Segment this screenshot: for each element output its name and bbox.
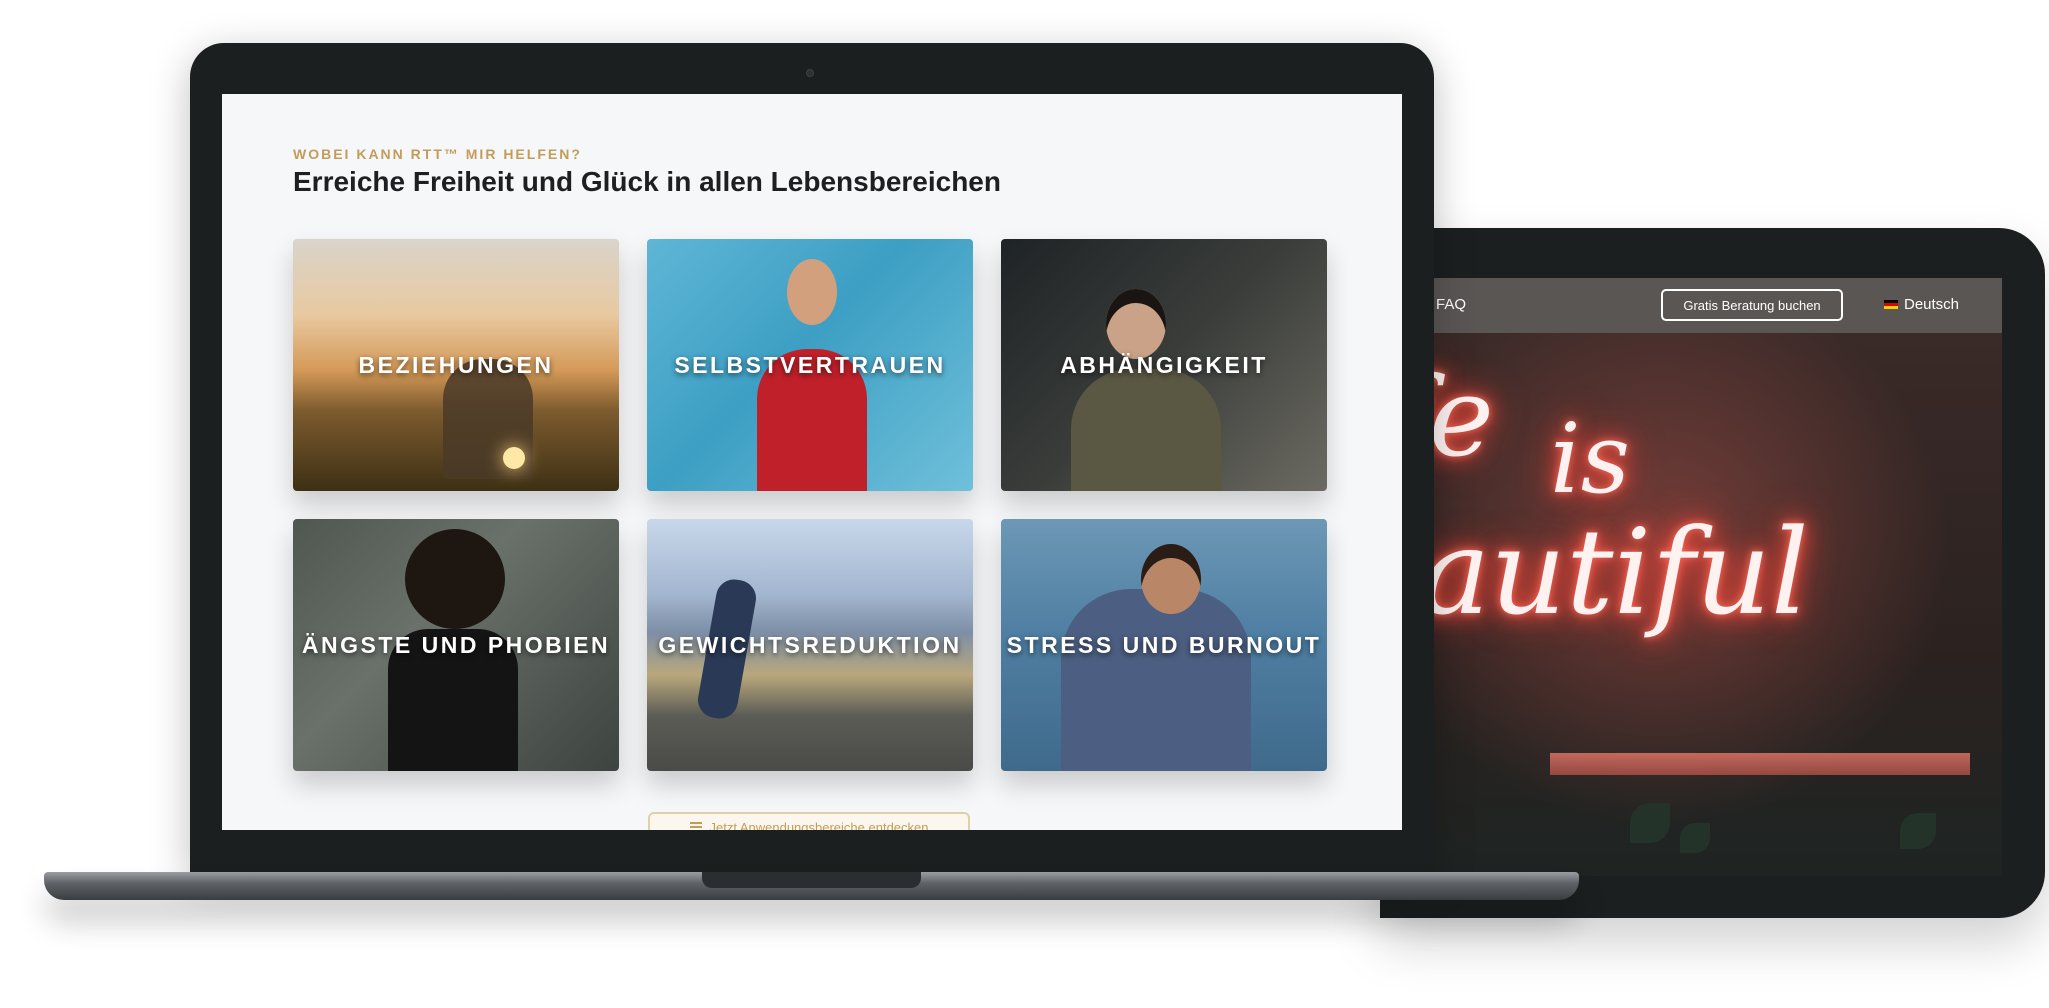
- topic-card-beziehungen[interactable]: BEZIEHUNGEN: [293, 239, 619, 491]
- topic-card-label: ÄNGSTE UND PHOBIEN: [301, 631, 611, 658]
- section-headline: Erreiche Freiheit und Glück in allen Leb…: [293, 166, 1001, 197]
- plant-leaf: [1630, 803, 1670, 843]
- neon-text-line-2: is: [1550, 403, 1630, 515]
- discover-areas-label: Jetzt Anwendungsbereiche entdecken: [709, 819, 929, 831]
- topic-card-label: GEWICHTSREDUKTION: [658, 631, 962, 658]
- topic-card-label: ABHÄNGIGKEIT: [1060, 351, 1268, 378]
- person-plaid-shirt: [1061, 589, 1251, 771]
- laptop-notch: [702, 872, 921, 888]
- laptop-screen: WOBEI KANN RTT™ MIR HELFEN? Erreiche Fre…: [222, 94, 1402, 830]
- laptop-device: WOBEI KANN RTT™ MIR HELFEN? Erreiche Fre…: [190, 43, 1434, 873]
- topic-card-abhaengigkeit[interactable]: ABHÄNGIGKEIT: [1001, 239, 1327, 491]
- topic-card-label: BEZIEHUNGEN: [358, 351, 554, 378]
- plant-leaf: [1900, 813, 1936, 849]
- topic-card-gewichtsreduktion[interactable]: GEWICHTSREDUKTION: [647, 519, 973, 771]
- laptop-bezel-bottom: [190, 830, 1434, 873]
- discover-areas-button[interactable]: Jetzt Anwendungsbereiche entdecken: [648, 812, 970, 830]
- topic-card-label: STRESS UND BURNOUT: [1006, 631, 1322, 658]
- neon-hero-image: fe is eautiful: [1380, 333, 2002, 876]
- person-jacket: [1071, 369, 1221, 491]
- tablet-screen: fe is eautiful FAQ Gratis Beratung buche…: [1380, 278, 2002, 876]
- person-hair: [405, 529, 505, 629]
- topic-card-label: SELBSTVERTRAUEN: [674, 351, 946, 378]
- german-flag-icon: [1884, 300, 1898, 309]
- tablet-navbar: FAQ Gratis Beratung buchen Deutsch: [1380, 278, 2002, 333]
- book-consultation-button[interactable]: Gratis Beratung buchen: [1661, 289, 1843, 321]
- section-eyebrow: WOBEI KANN RTT™ MIR HELFEN?: [293, 146, 582, 162]
- neon-shelf: [1550, 753, 1970, 775]
- person-head: [1106, 289, 1166, 359]
- camera-icon: [806, 69, 814, 77]
- topic-card-aengste-und-phobien[interactable]: ÄNGSTE UND PHOBIEN: [293, 519, 619, 771]
- tablet-device: fe is eautiful FAQ Gratis Beratung buche…: [1380, 228, 2045, 918]
- topic-card-selbstvertrauen[interactable]: SELBSTVERTRAUEN: [647, 239, 973, 491]
- nav-faq-link[interactable]: FAQ: [1436, 296, 1466, 313]
- language-switcher[interactable]: Deutsch: [1884, 296, 1959, 313]
- person-head: [787, 259, 837, 325]
- topic-card-stress-und-burnout[interactable]: STRESS UND BURNOUT: [1001, 519, 1327, 771]
- plant-leaf: [1680, 823, 1710, 853]
- list-icon: [689, 822, 702, 830]
- sun-glow: [503, 447, 525, 469]
- neon-text-line-3: eautiful: [1380, 503, 1809, 641]
- person-head: [1141, 544, 1201, 614]
- language-label: Deutsch: [1904, 296, 1960, 313]
